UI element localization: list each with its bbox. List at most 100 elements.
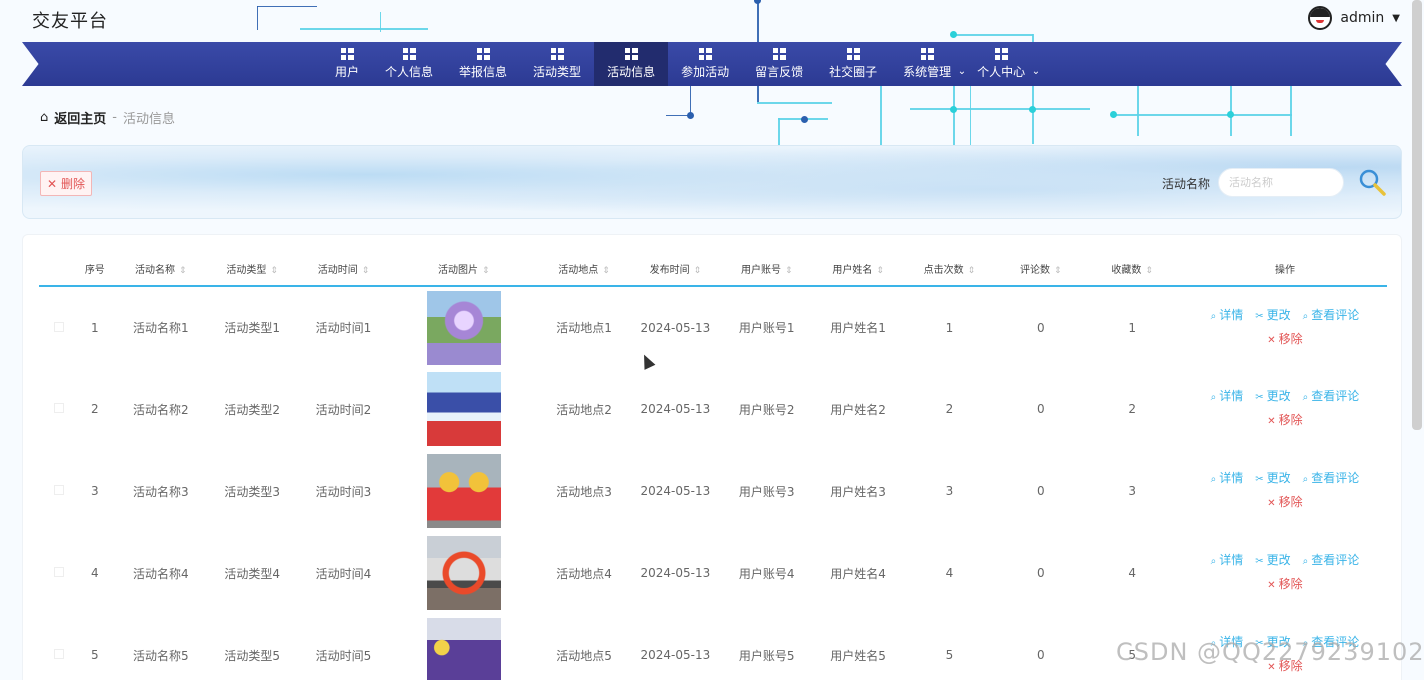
- column-header[interactable]: 活动名称 ⇕: [110, 251, 212, 287]
- detail-label: 详情: [1219, 553, 1244, 567]
- detail-button[interactable]: ⌕ 详情: [1211, 389, 1244, 403]
- nav-item-label: 留言反馈: [755, 65, 804, 79]
- username[interactable]: admin: [1340, 10, 1384, 26]
- search-icon[interactable]: [1357, 167, 1387, 197]
- remove-button[interactable]: ✕ 移除: [1267, 332, 1302, 346]
- row-checkbox[interactable]: [54, 403, 65, 413]
- activity-image[interactable]: [426, 536, 501, 610]
- ticket-icon: [698, 48, 712, 60]
- search-input[interactable]: [1218, 168, 1344, 197]
- caret-down-icon[interactable]: ▼: [1392, 13, 1400, 24]
- edit-label: 更改: [1266, 553, 1291, 567]
- remove-button[interactable]: ✕ 移除: [1267, 577, 1302, 591]
- remove-label: 移除: [1278, 495, 1303, 509]
- activity-image[interactable]: [426, 290, 501, 365]
- view-comments-button[interactable]: ⌕ 查看评论: [1303, 308, 1360, 322]
- nav-item-label: 举报信息: [459, 65, 508, 79]
- user-menu[interactable]: admin ▼: [1308, 6, 1400, 30]
- delete-button[interactable]: ✕ 删除: [40, 171, 92, 196]
- cell-place: 活动地点4: [556, 566, 612, 581]
- cell-published: 2024-05-13: [640, 648, 711, 662]
- breadcrumb-current: 活动信息: [122, 112, 175, 127]
- view-comments-button[interactable]: ⌕ 查看评论: [1303, 389, 1360, 403]
- column-header[interactable]: 评论数 ⇕: [1000, 251, 1082, 287]
- sort-icon[interactable]: ⇕: [179, 266, 187, 276]
- row-checkbox[interactable]: [54, 649, 65, 659]
- row-checkbox[interactable]: [54, 321, 65, 332]
- cell-type: 活动类型4: [224, 566, 280, 581]
- cell-time: 活动时间5: [315, 648, 372, 663]
- detail-label: 详情: [1219, 471, 1244, 485]
- activity-image[interactable]: [426, 454, 501, 528]
- remove-button[interactable]: ✕ 移除: [1267, 495, 1302, 509]
- search-icon: ⌕: [1302, 474, 1309, 485]
- row-actions-line: ⌕ 详情 ✂ 更改 ⌕ 查看评论: [1183, 467, 1387, 491]
- detail-label: 详情: [1219, 389, 1244, 403]
- column-header[interactable]: 活动类型 ⇕: [211, 251, 293, 287]
- sort-icon[interactable]: ⇕: [968, 266, 976, 276]
- sort-icon[interactable]: ⇕: [1054, 266, 1062, 276]
- sort-icon[interactable]: ⇕: [694, 266, 702, 276]
- nav-item-5[interactable]: 参加活动: [668, 42, 742, 86]
- edit-button[interactable]: ✂ 更改: [1255, 471, 1290, 485]
- sort-icon[interactable]: ⇕: [362, 266, 370, 276]
- nav-item-9[interactable]: 个人中心 ⌄: [964, 42, 1040, 86]
- breadcrumb-separator: -: [112, 110, 117, 125]
- cell-time: 活动时间4: [315, 566, 372, 581]
- column-header[interactable]: 收藏数 ⇕: [1081, 251, 1183, 287]
- column-header[interactable]: 用户姓名 ⇕: [817, 251, 899, 287]
- row-actions-line: ✕ 移除: [1183, 328, 1387, 352]
- detail-button[interactable]: ⌕ 详情: [1211, 553, 1244, 567]
- edit-button[interactable]: ✂ 更改: [1255, 308, 1290, 322]
- sort-icon[interactable]: ⇕: [876, 266, 884, 276]
- sort-icon[interactable]: ⇕: [1145, 266, 1153, 276]
- sort-icon[interactable]: ⇕: [602, 266, 610, 276]
- avatar[interactable]: [1308, 6, 1333, 30]
- column-header-label: 发布时间: [649, 264, 690, 276]
- detail-button[interactable]: ⌕ 详情: [1211, 308, 1244, 322]
- scrollbar[interactable]: [1412, 0, 1422, 430]
- column-header[interactable]: 发布时间 ⇕: [634, 251, 716, 287]
- breadcrumb-home[interactable]: 返回主页: [54, 108, 106, 127]
- activity-image[interactable]: [426, 618, 501, 680]
- nav-item-7[interactable]: 社交圈子: [816, 42, 890, 86]
- home-icon[interactable]: ⌂: [40, 110, 48, 125]
- nav-item-4[interactable]: 活动信息: [594, 42, 669, 86]
- cell-username: 用户姓名3: [830, 484, 886, 499]
- column-header-label: 活动图片: [437, 264, 478, 276]
- detail-button[interactable]: ⌕ 详情: [1211, 471, 1244, 485]
- column-header[interactable]: 活动地点 ⇕: [533, 251, 635, 287]
- sort-icon[interactable]: ⇕: [785, 266, 793, 276]
- row-checkbox[interactable]: [54, 485, 65, 495]
- column-header[interactable]: 活动图片 ⇕: [394, 251, 534, 287]
- row-actions-line: ⌕ 详情 ✂ 更改 ⌕ 查看评论: [1183, 385, 1387, 409]
- nav-item-0[interactable]: 用户: [322, 42, 372, 86]
- nav-item-3[interactable]: 活动类型: [520, 42, 594, 86]
- edit-button[interactable]: ✂ 更改: [1255, 389, 1290, 403]
- edit-button[interactable]: ✂ 更改: [1255, 553, 1290, 567]
- nav-item-2[interactable]: 举报信息: [446, 42, 520, 86]
- search-icon: ⌕: [1302, 392, 1309, 403]
- cell-type: 活动类型2: [224, 402, 280, 417]
- column-header[interactable]: 活动时间 ⇕: [292, 251, 395, 287]
- sort-icon[interactable]: ⇕: [270, 266, 278, 276]
- activity-image-cell: [394, 368, 533, 450]
- row-checkbox-cell: [39, 368, 80, 450]
- remove-button[interactable]: ✕ 移除: [1267, 413, 1302, 427]
- view-comments-button[interactable]: ⌕ 查看评论: [1303, 553, 1360, 567]
- nav-item-6[interactable]: 留言反馈: [742, 42, 816, 86]
- column-header[interactable]: 点击次数 ⇕: [898, 251, 1001, 287]
- activity-image[interactable]: [426, 372, 501, 446]
- row-actions-line: ⌕ 详情 ✂ 更改 ⌕ 查看评论: [1183, 549, 1387, 573]
- column-header[interactable]: 用户账号 ⇕: [716, 251, 818, 287]
- cell-clicks: 4: [945, 566, 954, 580]
- search-icon: ⌕: [1302, 556, 1309, 567]
- column-header-label: 用户姓名: [832, 264, 873, 276]
- row-checkbox[interactable]: [54, 567, 65, 577]
- grid-icon: [340, 48, 354, 60]
- nav-item-1[interactable]: 个人信息: [372, 42, 446, 86]
- nav-item-8[interactable]: 系统管理 ⌄: [890, 42, 966, 86]
- select-all-checkbox[interactable]: [39, 251, 80, 287]
- sort-icon[interactable]: ⇕: [482, 266, 490, 276]
- view-comments-button[interactable]: ⌕ 查看评论: [1303, 471, 1360, 485]
